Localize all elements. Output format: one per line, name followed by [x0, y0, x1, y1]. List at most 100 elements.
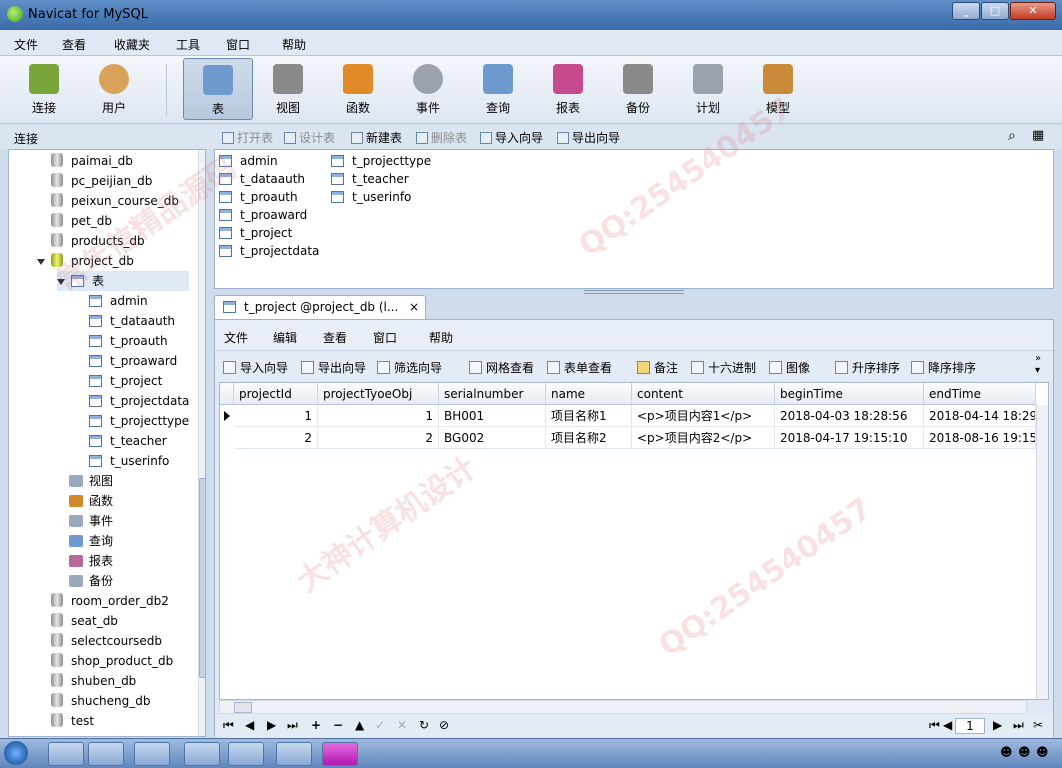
grid-view-icon[interactable]: ▦ [1032, 128, 1044, 143]
tree-db-products[interactable]: products_db [51, 231, 145, 251]
import-wizard-button[interactable]: 导入向导 [223, 359, 288, 376]
close-tab-icon[interactable]: × [409, 300, 419, 314]
tray-qq-icon-3[interactable]: ☻ [1036, 745, 1049, 759]
tree-views-node[interactable]: 视图 [69, 471, 113, 491]
filter-wizard-button[interactable]: 筛选向导 [377, 359, 442, 376]
tree-db-room-order[interactable]: room_order_db2 [51, 591, 169, 611]
grid-view-button[interactable]: 网格查看 [469, 359, 534, 376]
prev-record-icon[interactable]: ◀ [245, 718, 254, 732]
object-table-item[interactable]: t_dataauth [219, 170, 305, 188]
expand-arrow-icon[interactable] [37, 259, 45, 265]
grid-cell[interactable]: 1 [234, 405, 318, 427]
tree-db-paimai[interactable]: paimai_db [51, 151, 133, 171]
tree-table-item[interactable]: t_proauth [89, 331, 168, 351]
new-table-button[interactable]: 新建表 [351, 129, 402, 146]
grid-cell[interactable]: <p>项目内容1</p> [632, 405, 775, 427]
stop-icon[interactable]: ⊘ [439, 718, 449, 732]
move-up-icon[interactable]: ▲ [355, 718, 364, 732]
close-button[interactable]: ✕ [1010, 2, 1056, 20]
design-table-button[interactable]: 设计表 [284, 129, 335, 146]
grid-cell[interactable]: 2 [318, 427, 439, 449]
apply-icon[interactable]: ✓ [375, 718, 385, 732]
first-page-icon[interactable]: ⏮ [929, 718, 940, 733]
grid-horizontal-scrollbar-thumb[interactable] [234, 702, 252, 713]
tree-db-peixun-course[interactable]: peixun_course_db [51, 191, 179, 211]
inner-menu-file[interactable]: 文件 [224, 329, 248, 346]
toolbar-connection-button[interactable]: 连接 [13, 58, 75, 120]
expand-arrow-icon[interactable] [57, 279, 65, 285]
tree-db-test[interactable]: test [51, 711, 94, 731]
column-header[interactable]: projectTyoeObj [318, 383, 439, 405]
inner-menu-edit[interactable]: 编辑 [273, 329, 297, 346]
tree-db-shop-product[interactable]: shop_product_db [51, 651, 173, 671]
grid-cell[interactable]: 项目名称1 [546, 405, 632, 427]
tree-db-seat[interactable]: seat_db [51, 611, 118, 631]
tree-db-shuben[interactable]: shuben_db [51, 671, 136, 691]
tree-db-pc-peijian[interactable]: pc_peijian_db [51, 171, 152, 191]
tree-table-item[interactable]: t_userinfo [89, 451, 169, 471]
menu-tools[interactable]: 工具 [176, 36, 200, 53]
tree-table-item[interactable]: t_project [89, 371, 162, 391]
object-table-item[interactable]: admin [219, 152, 278, 170]
column-header[interactable]: beginTime [775, 383, 924, 405]
tree-reports-node[interactable]: 报表 [69, 551, 113, 571]
toolbar-query-button[interactable]: 查询 [467, 58, 529, 120]
grid-cell[interactable]: 2018-04-17 19:15:10 [775, 427, 924, 449]
taskbar-media-icon[interactable] [322, 742, 358, 766]
tree-queries-node[interactable]: 查询 [69, 531, 113, 551]
column-header[interactable]: name [546, 383, 632, 405]
toolbar-view-button[interactable]: 视图 [257, 58, 319, 120]
sort-ascending-button[interactable]: 升序排序 [835, 359, 900, 376]
next-record-icon[interactable]: ▶ [267, 718, 276, 732]
taskbar-folder-icon[interactable] [88, 742, 124, 766]
delete-record-icon[interactable]: − [333, 718, 343, 732]
grid-cell[interactable]: 1 [318, 405, 439, 427]
tree-db-pet[interactable]: pet_db [51, 211, 112, 231]
sort-descending-button[interactable]: 降序排序 [911, 359, 976, 376]
toolbar-report-button[interactable]: 报表 [537, 58, 599, 120]
toolbar-backup-button[interactable]: 备份 [607, 58, 669, 120]
toolbar-user-button[interactable]: 用户 [83, 58, 145, 120]
tree-events-node[interactable]: 事件 [69, 511, 113, 531]
tree-table-item[interactable]: t_dataauth [89, 311, 175, 331]
tree-table-item[interactable]: t_projecttype [89, 411, 189, 431]
grid-cell[interactable]: BG002 [439, 427, 546, 449]
toolbar-table-button[interactable]: 表 [183, 58, 253, 120]
grid-horizontal-scrollbar[interactable] [219, 700, 1027, 714]
import-wizard-button[interactable]: 导入向导 [480, 129, 543, 146]
grid-cell[interactable]: 项目名称2 [546, 427, 632, 449]
page-number-input[interactable]: 1 [955, 718, 985, 734]
tree-table-item[interactable]: t_projectdata [89, 391, 189, 411]
open-table-button[interactable]: 打开表 [222, 129, 273, 146]
column-header[interactable]: content [632, 383, 775, 405]
hex-button[interactable]: 十六进制 [691, 359, 756, 376]
refresh-icon[interactable]: ↻ [419, 718, 429, 732]
object-table-item[interactable]: t_proauth [219, 188, 298, 206]
menu-favorites[interactable]: 收藏夹 [114, 36, 150, 53]
object-table-item[interactable]: t_proaward [219, 206, 307, 224]
taskbar-app-icon[interactable] [228, 742, 264, 766]
image-button[interactable]: 图像 [769, 359, 810, 376]
taskbar-teamviewer-icon[interactable] [184, 742, 220, 766]
grid-cell[interactable]: 2018-04-03 18:28:56 [775, 405, 924, 427]
inner-menu-window[interactable]: 窗口 [373, 329, 397, 346]
taskbar-navicat-icon[interactable] [276, 742, 312, 766]
toolbar-overflow-icon[interactable]: » ▾ [1035, 353, 1041, 377]
object-table-item[interactable]: t_projecttype [331, 152, 431, 170]
cancel-icon[interactable]: ✕ [397, 718, 407, 732]
taskbar-ie-icon[interactable] [48, 742, 84, 766]
grid-cell[interactable]: 2 [234, 427, 318, 449]
last-record-icon[interactable]: ⏭ [287, 718, 298, 733]
menu-view[interactable]: 查看 [62, 36, 86, 53]
column-header[interactable]: serialnumber [439, 383, 546, 405]
tree-tables-node[interactable]: 表 [57, 271, 189, 291]
menu-help[interactable]: 帮助 [282, 36, 306, 53]
tree-table-item[interactable]: t_proaward [89, 351, 177, 371]
grid-cell[interactable]: <p>项目内容2</p> [632, 427, 775, 449]
export-wizard-button[interactable]: 导出向导 [301, 359, 366, 376]
menu-window[interactable]: 窗口 [226, 36, 250, 53]
toolbar-model-button[interactable]: 模型 [747, 58, 809, 120]
grid-cell[interactable]: 2018-08-16 19:15:1 [924, 427, 1036, 449]
add-record-icon[interactable]: + [311, 718, 321, 732]
toolbar-function-button[interactable]: 函数 [327, 58, 389, 120]
